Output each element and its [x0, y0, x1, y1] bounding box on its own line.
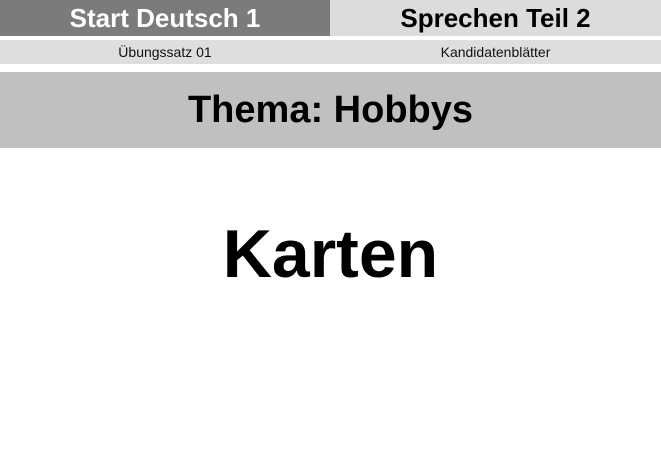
page-heading: Karten	[222, 216, 439, 292]
theme-banner: Thema: Hobbys	[0, 72, 661, 148]
section-title: Sprechen Teil 2	[330, 0, 661, 36]
exam-title: Start Deutsch 1	[0, 0, 330, 36]
practice-set-label: Übungssatz 01	[0, 40, 330, 64]
candidate-sheets-label: Kandidatenblätter	[330, 40, 661, 64]
